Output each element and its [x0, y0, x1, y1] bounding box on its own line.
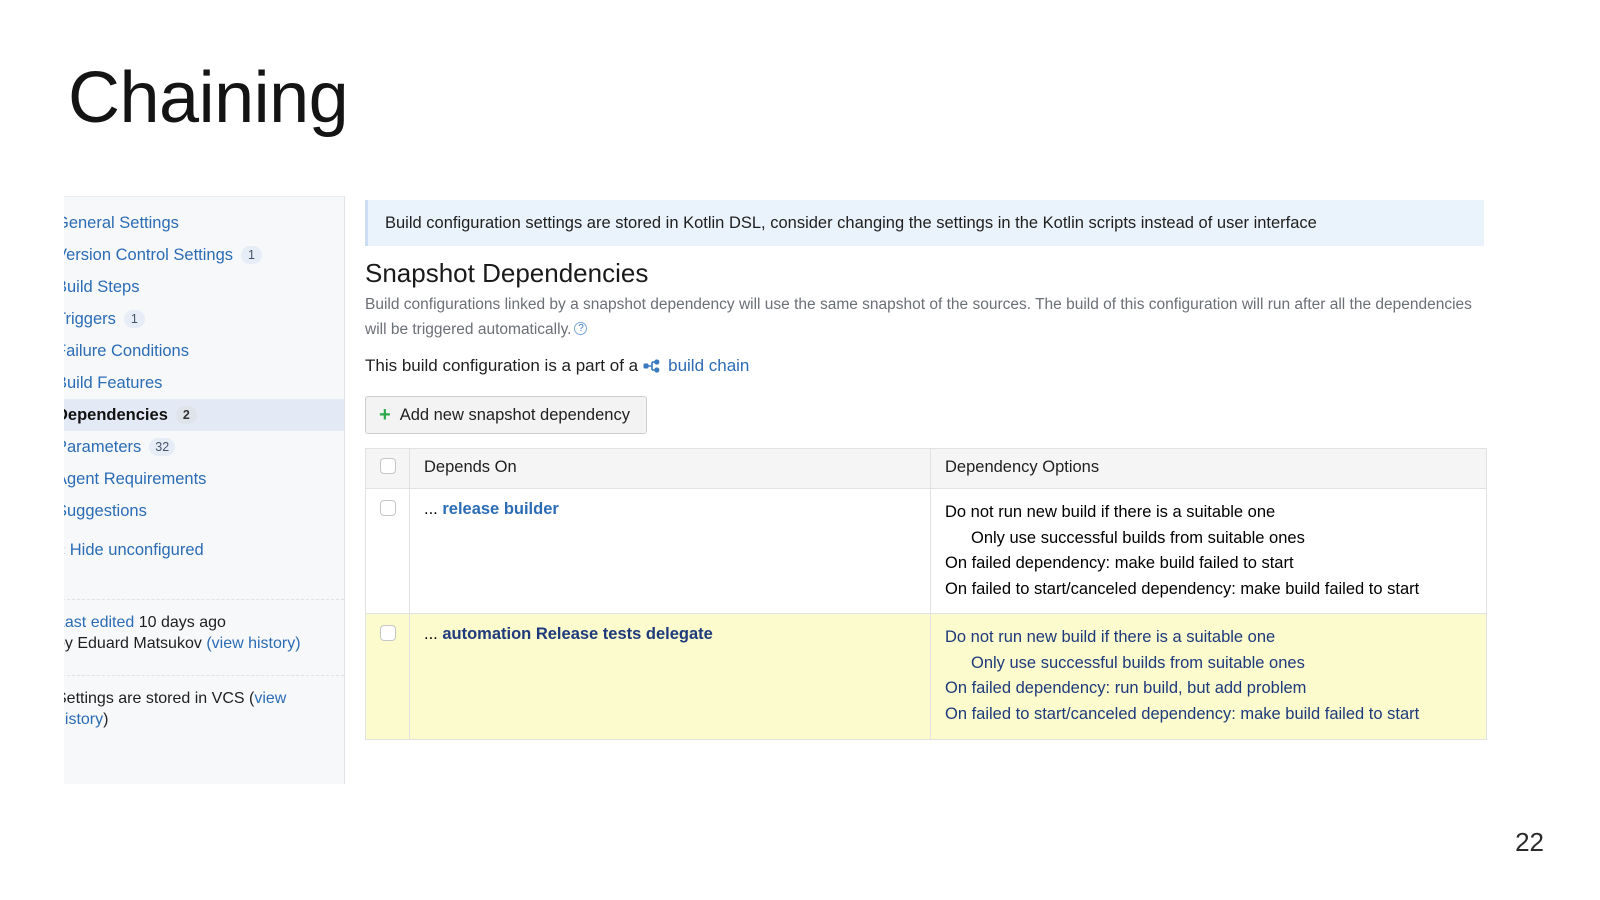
add-snapshot-dependency-button[interactable]: + Add new snapshot dependency: [365, 396, 647, 434]
row-select-cell: [365, 613, 410, 740]
dependency-options-list: Do not run new build if there is a suita…: [945, 625, 1472, 727]
last-edited-label: Last edited: [64, 614, 135, 631]
row-select-cell: [365, 487, 410, 615]
sidebar-item-dependencies[interactable]: Dependencies 2: [64, 399, 344, 431]
select-all-checkbox[interactable]: [380, 458, 396, 474]
row-checkbox[interactable]: [380, 625, 396, 642]
dependency-option-line: Only use successful builds from suitable…: [971, 653, 1305, 672]
build-chain-line: This build configuration is a part of a …: [365, 356, 749, 376]
add-snapshot-dependency-label: Add new snapshot dependency: [399, 405, 630, 424]
dependency-options-list: Do not run new build if there is a suita…: [945, 500, 1472, 602]
kotlin-dsl-banner: Build configuration settings are stored …: [365, 200, 1484, 246]
depends-on-link[interactable]: automation Release tests delegate: [442, 625, 713, 643]
build-chain-text: This build configuration is a part of a: [365, 356, 639, 375]
sidebar-item-version-control-settings[interactable]: Version Control Settings 1: [64, 239, 344, 271]
settings-sidebar: General Settings Version Control Settings…: [64, 196, 345, 784]
sidebar-item-badge: 32: [149, 438, 176, 456]
sidebar-item-triggers[interactable]: Triggers 1: [64, 303, 344, 335]
help-icon[interactable]: ?: [574, 322, 588, 336]
row-checkbox[interactable]: [380, 500, 396, 516]
depends-on-cell: ... release builder: [409, 487, 931, 615]
column-header-depends-on: Depends On: [409, 448, 931, 489]
plus-icon: +: [379, 404, 391, 426]
sidebar-item-build-steps[interactable]: Build Steps: [64, 271, 344, 303]
sidebar-item-label: Parameters: [64, 437, 142, 456]
depends-on-name: automation Release tests delegate: [442, 625, 713, 644]
sidebar-item-badge: 2: [175, 406, 197, 424]
section-description: Build configurations linked by a snapsho…: [365, 292, 1486, 348]
sidebar-item-label: Agent Requirements: [64, 469, 207, 488]
sidebar-item-build-features[interactable]: Build Features: [64, 367, 344, 399]
last-edited-author: by Eduard Matsukov: [64, 635, 202, 653]
dependency-option-line: On failed to start/canceled dependency: …: [945, 704, 1420, 723]
section-heading: Snapshot Dependencies: [365, 258, 649, 288]
sidebar-item-suggestions[interactable]: Suggestions: [64, 495, 344, 527]
slide-page-number: 22: [1515, 827, 1544, 857]
sidebar-item-failure-conditions[interactable]: Failure Conditions: [64, 335, 344, 367]
dependencies-table-body: ... release builder Do not run new build …: [365, 487, 1487, 740]
sidebar-item-general-settings[interactable]: General Settings: [64, 207, 344, 239]
depends-on-name: release builder: [442, 500, 559, 518]
sidebar-item-label: Failure Conditions: [64, 341, 189, 360]
build-chain-icon: [643, 358, 661, 374]
section-description-text: Build configurations linked by a snapsho…: [365, 296, 1472, 339]
presentation-slide: Chaining General Settings Version Control…: [0, 0, 1600, 900]
dependency-option-line: Do not run new build if there is a suita…: [945, 628, 1276, 647]
dependency-option-line: On failed to start/canceled dependency: …: [945, 579, 1420, 598]
teamcity-screenshot-region: General Settings Version Control Settings…: [64, 196, 1502, 784]
dependency-option-line: Only use successful builds from suitable…: [971, 528, 1305, 547]
dependency-options-cell: Do not run new build if there is a suita…: [930, 487, 1487, 615]
last-edited-value: 10 days ago: [138, 614, 226, 631]
dependency-option-line: On failed dependency: run build, but add…: [945, 679, 1307, 698]
sidebar-item-label: Build Steps: [64, 277, 140, 296]
sidebar-nav-list: General Settings Version Control Settings…: [64, 197, 344, 527]
vcs-notice-end: ): [103, 711, 109, 729]
depends-on-prefix: ...: [424, 500, 443, 518]
sidebar-item-label: Version Control Settings: [64, 245, 234, 264]
sidebar-item-parameters[interactable]: Parameters 32: [64, 431, 344, 463]
dependencies-table: Depends On Dependency Options ... releas…: [365, 448, 1487, 740]
sidebar-item-badge: 1: [123, 310, 145, 328]
sidebar-item-label: Dependencies: [64, 405, 168, 424]
table-header-row: Depends On Dependency Options: [365, 448, 1487, 489]
sidebar-item-label: Build Features: [64, 373, 163, 392]
page-title: Chaining: [68, 58, 349, 138]
view-history-link[interactable]: (view history): [206, 635, 300, 652]
select-all-cell: [365, 448, 410, 489]
depends-on-prefix: ...: [424, 625, 443, 644]
vcs-notice-text: Settings are stored in VCS (: [64, 690, 255, 707]
last-edited-block: Last edited 10 days ago by Eduard Matsuk…: [64, 599, 344, 669]
column-header-dependency-options: Dependency Options: [930, 448, 1487, 489]
sidebar-item-label: Triggers: [64, 309, 116, 328]
build-chain-link[interactable]: build chain: [668, 356, 749, 376]
dependency-option-line: On failed dependency: make build failed …: [945, 554, 1294, 573]
sidebar-item-label: Suggestions: [64, 501, 147, 520]
hide-unconfigured-link[interactable]: « Hide unconfigured: [64, 527, 344, 560]
vcs-notice-block: Settings are stored in VCS (view history…: [64, 675, 344, 745]
depends-on-link[interactable]: release builder: [442, 500, 558, 518]
sidebar-item-agent-requirements[interactable]: Agent Requirements: [64, 463, 344, 495]
table-row[interactable]: ... release builder Do not run new build …: [365, 487, 1487, 615]
depends-on-cell: ... automation Release tests delegate: [409, 613, 931, 740]
table-row[interactable]: ... automation Release tests delegate Do …: [365, 613, 1487, 740]
dependency-option-line: Do not run new build if there is a suita…: [945, 503, 1276, 521]
settings-main-panel: Build configuration settings are stored …: [345, 196, 1502, 784]
sidebar-item-badge: 1: [241, 246, 263, 264]
dependency-options-cell: Do not run new build if there is a suita…: [930, 613, 1487, 740]
dependencies-table-head: Depends On Dependency Options: [365, 448, 1487, 489]
sidebar-item-label: General Settings: [64, 213, 179, 232]
